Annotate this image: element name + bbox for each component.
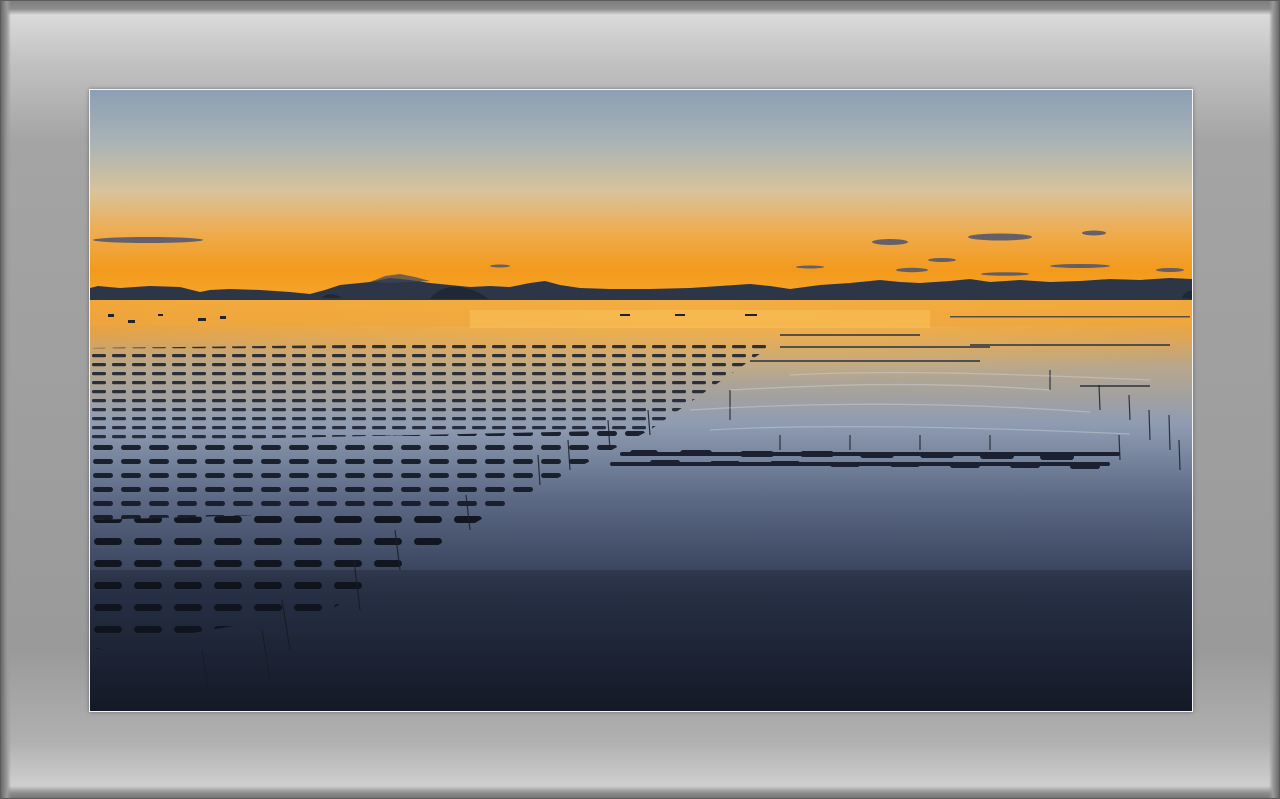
- photo: [89, 89, 1193, 712]
- picture-frame: [0, 0, 1280, 799]
- landscape-scene: [90, 90, 1192, 711]
